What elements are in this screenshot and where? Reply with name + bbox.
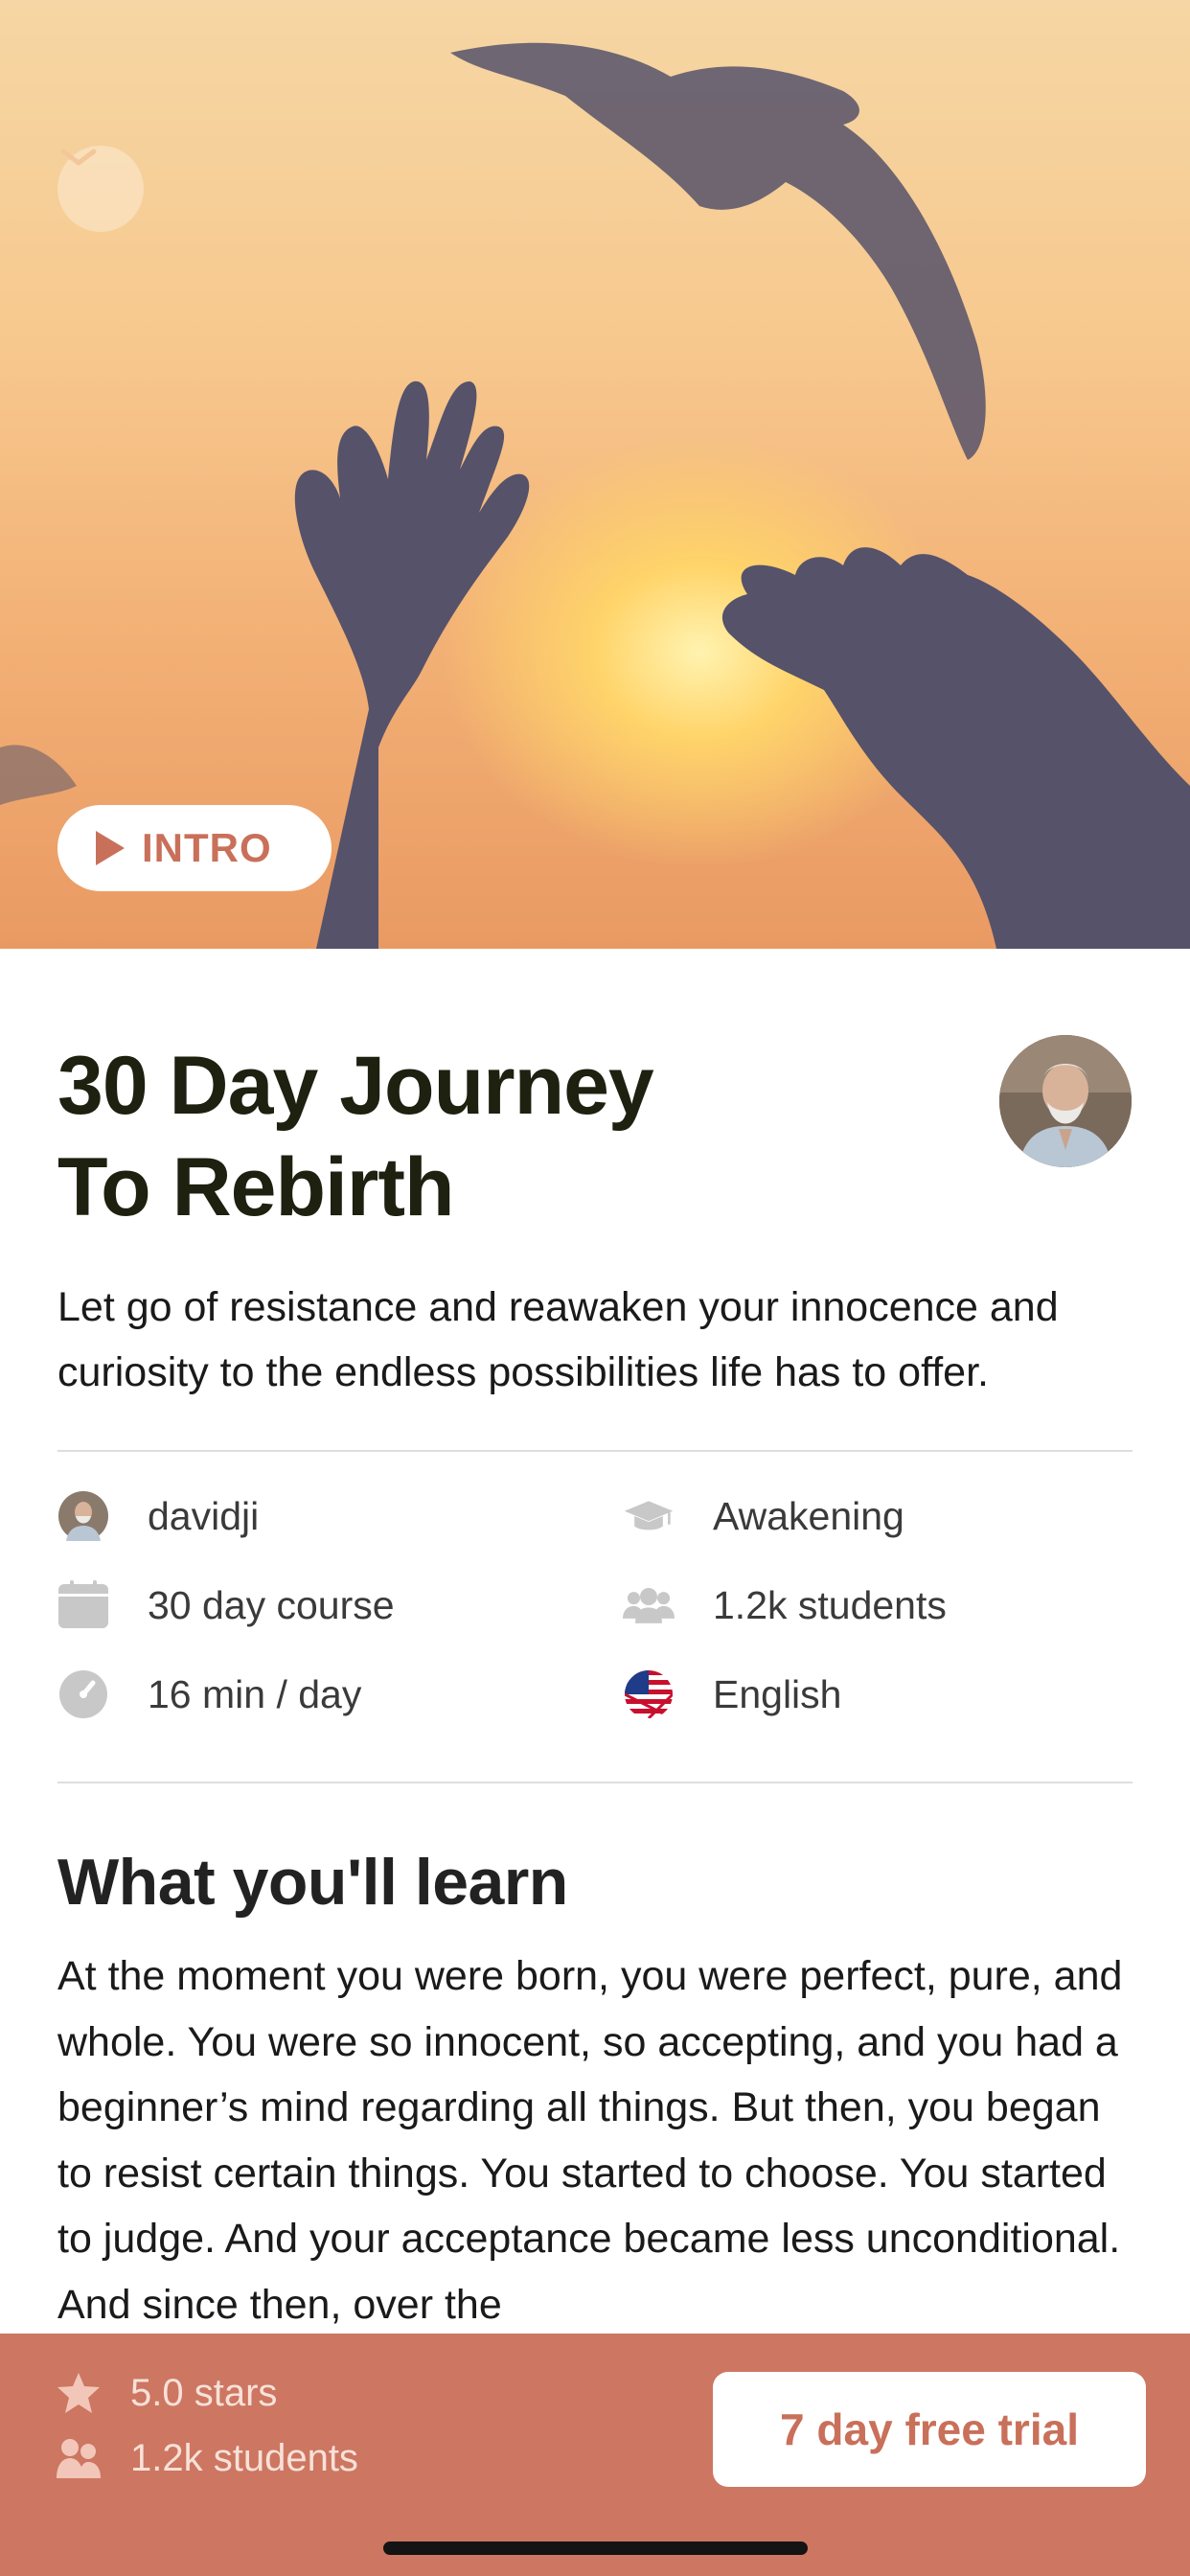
title-line-1: 30 Day Journey — [57, 1040, 654, 1132]
divider-top — [57, 1450, 1133, 1452]
title-line-2: To Rebirth — [57, 1141, 455, 1233]
bottom-bar: 5.0 stars 1.2k students 7 day free trial — [0, 2334, 1190, 2576]
collapse-button[interactable] — [57, 146, 144, 232]
left-hand-silhouette — [294, 380, 530, 949]
home-indicator — [383, 2542, 808, 2555]
play-icon — [96, 831, 125, 865]
bird-silhouette — [450, 42, 986, 460]
teacher-name: davidji — [148, 1493, 260, 1538]
cloud-silhouette — [0, 745, 77, 805]
graduation-cap-icon — [623, 1490, 675, 1542]
teacher-portrait — [999, 1035, 1132, 1167]
us-flag-icon — [623, 1668, 675, 1720]
students-stat: 1.2k students — [56, 2435, 358, 2481]
course-title: 30 Day Journey To Rebirth — [57, 1035, 920, 1238]
duration-label: 30 day course — [148, 1582, 395, 1627]
users-icon — [623, 1579, 675, 1631]
clock-icon — [57, 1668, 109, 1720]
intro-label: INTRO — [142, 825, 272, 870]
meta-language: English — [623, 1666, 841, 1723]
avatar-icon — [58, 1491, 108, 1541]
star-icon — [56, 2370, 102, 2416]
divider-bottom — [57, 1782, 1133, 1783]
students-label: 1.2k students — [713, 1582, 947, 1627]
category-label: Awakening — [713, 1493, 904, 1538]
students-count-label: 1.2k students — [130, 2436, 358, 2479]
right-hand-silhouette — [721, 547, 1190, 949]
intro-button[interactable]: INTRO — [57, 805, 332, 891]
rating-label: 5.0 stars — [130, 2371, 278, 2414]
learn-heading: What you'll learn — [57, 1846, 568, 1919]
hero-image: INTRO — [0, 0, 1190, 949]
calendar-icon — [57, 1579, 109, 1631]
learn-body: At the moment you were born, you were pe… — [57, 1953, 1123, 2328]
session-length-label: 16 min / day — [148, 1671, 362, 1716]
meta-duration: 30 day course — [57, 1576, 395, 1634]
meta-category[interactable]: Awakening — [623, 1487, 904, 1545]
course-description: Let go of resistance and reawaken your i… — [57, 1284, 1059, 1395]
teacher-avatar-small — [57, 1490, 109, 1542]
language-label: English — [713, 1671, 842, 1716]
rating-stat: 5.0 stars — [56, 2370, 277, 2416]
users-icon — [56, 2435, 102, 2481]
meta-session-length: 16 min / day — [57, 1666, 361, 1723]
meta-teacher[interactable]: davidji — [57, 1487, 259, 1545]
chevron-down-icon — [60, 149, 97, 166]
free-trial-button[interactable]: 7 day free trial — [713, 2372, 1146, 2487]
meta-students: 1.2k students — [623, 1576, 947, 1634]
teacher-avatar[interactable] — [999, 1035, 1132, 1167]
